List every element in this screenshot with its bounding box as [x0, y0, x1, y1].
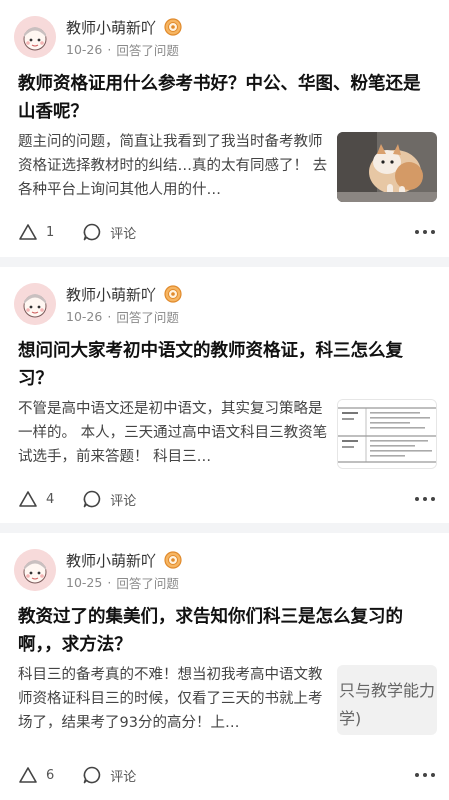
comment-bubble-icon — [83, 766, 101, 784]
avatar[interactable] — [14, 16, 56, 58]
medal-icon — [164, 18, 182, 36]
answer-excerpt[interactable]: 题主问的问题，简直让我看到了我当时备考教师资格证选择教材时的纠结…真的太有同感了… — [18, 130, 328, 202]
author-row[interactable]: 教师小萌新吖 10-26 · 回答了问题 — [14, 283, 182, 329]
more-dots-icon[interactable] — [413, 765, 437, 785]
answer-excerpt[interactable]: 科目三的备考真的不难！想当初我考高中语文教师资格证科目三的时候，仅看了三天的书就… — [18, 663, 328, 735]
comment-bubble-icon — [83, 490, 101, 508]
more-dots-icon[interactable] — [413, 222, 437, 242]
more-dots-icon[interactable] — [413, 489, 437, 509]
comment-label: 评论 — [110, 226, 137, 242]
table-document-thumbnail[interactable] — [337, 399, 437, 469]
comment-label: 评论 — [110, 493, 137, 509]
post-action: 回答了问题 — [116, 576, 179, 591]
medal-icon — [164, 285, 182, 303]
like-count: 1 — [46, 224, 55, 240]
avatar[interactable] — [14, 283, 56, 325]
answer-card[interactable]: 教师小萌新吖 10-26 · 回答了问题 教师资格证用什么参考书好？中公、华图、… — [0, 0, 449, 257]
separator-dot: · — [107, 42, 112, 57]
comment-bubble-icon — [83, 223, 101, 241]
action-bar: 6 评论 — [18, 763, 437, 787]
post-date: 10-26 — [66, 309, 103, 324]
like-button[interactable]: 1 — [18, 222, 54, 242]
like-button[interactable]: 6 — [18, 765, 54, 785]
cat-photo-thumbnail[interactable] — [337, 132, 437, 202]
comment-button[interactable]: 评论 — [82, 489, 136, 509]
post-date: 10-25 — [66, 575, 103, 590]
answer-card[interactable]: 教师小萌新吖 10-25 · 回答了问题 教资过了的集美们，求告知你们科三是怎么… — [0, 533, 449, 800]
medal-icon — [164, 551, 182, 569]
separator-dot: · — [107, 575, 112, 590]
card-separator — [0, 523, 449, 533]
question-title[interactable]: 教师资格证用什么参考书好？中公、华图、粉笔还是山香呢？ — [18, 70, 431, 126]
separator-dot: · — [107, 309, 112, 324]
answer-excerpt[interactable]: 不管是高中语文还是初中语文，其实复习策略是一样的。 本人，三天通过高中语文科目三… — [18, 397, 328, 469]
author-row[interactable]: 教师小萌新吖 10-25 · 回答了问题 — [14, 549, 182, 595]
text-snippet-thumbnail[interactable]: 只与教学能力 学) — [337, 665, 437, 735]
comment-button[interactable]: 评论 — [82, 765, 136, 785]
like-triangle-icon — [19, 491, 37, 507]
like-triangle-icon — [19, 224, 37, 240]
action-bar: 1 评论 — [18, 220, 437, 244]
like-count: 6 — [46, 767, 55, 783]
answer-card[interactable]: 教师小萌新吖 10-26 · 回答了问题 想问问大家考初中语文的教师资格证，科三… — [0, 267, 449, 523]
thumbnail-text: 只与教学能力 — [339, 681, 436, 700]
comment-label: 评论 — [110, 769, 137, 785]
author-row[interactable]: 教师小萌新吖 10-26 · 回答了问题 — [14, 16, 182, 62]
comment-button[interactable]: 评论 — [82, 222, 136, 242]
question-title[interactable]: 想问问大家考初中语文的教师资格证，科三怎么复习？ — [18, 337, 431, 393]
like-count: 4 — [46, 491, 55, 507]
card-separator — [0, 257, 449, 267]
answer-feed: 教师小萌新吖 10-26 · 回答了问题 教师资格证用什么参考书好？中公、华图、… — [0, 0, 449, 800]
post-action: 回答了问题 — [116, 310, 179, 325]
author-name[interactable]: 教师小萌新吖 — [66, 550, 156, 571]
question-title[interactable]: 教资过了的集美们，求告知你们科三是怎么复习的啊，，求方法？ — [18, 603, 431, 659]
action-bar: 4 评论 — [18, 487, 437, 511]
post-date: 10-26 — [66, 42, 103, 57]
author-name[interactable]: 教师小萌新吖 — [66, 284, 156, 305]
like-button[interactable]: 4 — [18, 489, 54, 509]
post-action: 回答了问题 — [116, 43, 179, 58]
thumbnail-text-2: 学) — [339, 709, 362, 728]
avatar[interactable] — [14, 549, 56, 591]
author-name[interactable]: 教师小萌新吖 — [66, 17, 156, 38]
like-triangle-icon — [19, 767, 37, 783]
